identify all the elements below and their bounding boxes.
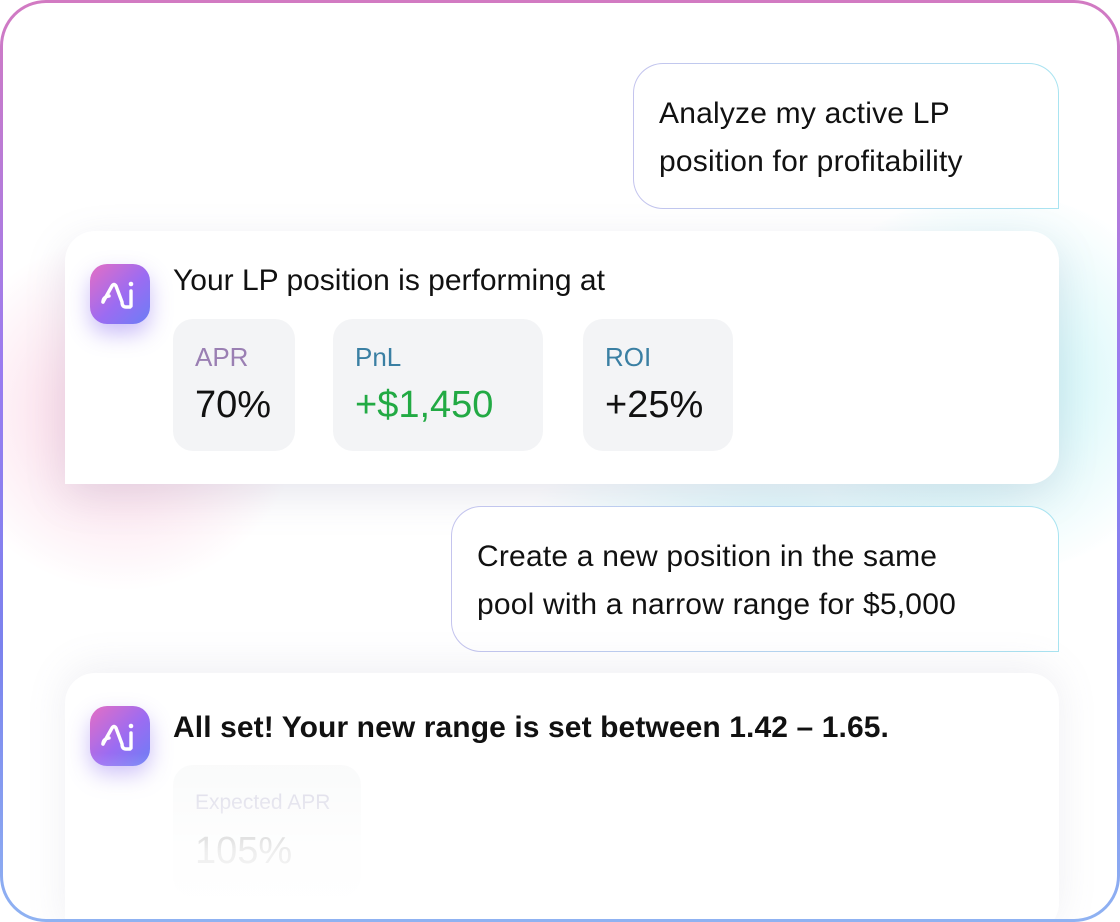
ai-logo-glyph bbox=[101, 281, 134, 309]
ai-response-text: Your LP position is performing at bbox=[173, 264, 605, 297]
apr-label: APR bbox=[195, 342, 249, 372]
pnl-label: PnL bbox=[355, 342, 402, 372]
user-message-bubble: Analyze my active LP position for profit… bbox=[633, 63, 1059, 209]
ai-response-card: Your LP position is performing at APR 70… bbox=[65, 231, 1059, 484]
ai-logo-icon bbox=[90, 706, 150, 766]
ai-response-card: All set! Your new range is set between 1… bbox=[65, 673, 1059, 919]
expected-apr-value: 105% bbox=[195, 830, 293, 872]
expected-apr-label: Expected APR bbox=[195, 791, 331, 814]
ai-logo-icon bbox=[90, 264, 150, 324]
user-message-bubble: Create a new position in the same pool w… bbox=[451, 506, 1059, 652]
chat-window: Analyze my active LP position for profit… bbox=[3, 3, 1117, 919]
pnl-stat-card: PnL +$1,450 bbox=[333, 319, 543, 451]
ai-response-text: All set! Your new range is set between 1… bbox=[173, 711, 889, 744]
pnl-value: +$1,450 bbox=[355, 384, 494, 426]
expected-apr-stat-card: Expected APR 105% bbox=[173, 765, 361, 897]
apr-stat-card: APR 70% bbox=[173, 319, 295, 451]
chat-window-frame: Analyze my active LP position for profit… bbox=[0, 0, 1120, 922]
roi-value: +25% bbox=[605, 384, 704, 426]
user-message-line: Create a new position in the same bbox=[477, 540, 938, 573]
user-message-line: Analyze my active LP bbox=[659, 97, 950, 130]
roi-stat-card: ROI +25% bbox=[583, 319, 733, 451]
apr-value: 70% bbox=[195, 384, 272, 426]
roi-label: ROI bbox=[605, 342, 652, 372]
user-message-line: position for profitability bbox=[659, 145, 963, 178]
user-message-line: pool with a narrow range for $5,000 bbox=[477, 588, 956, 621]
ai-logo-glyph bbox=[101, 723, 134, 751]
